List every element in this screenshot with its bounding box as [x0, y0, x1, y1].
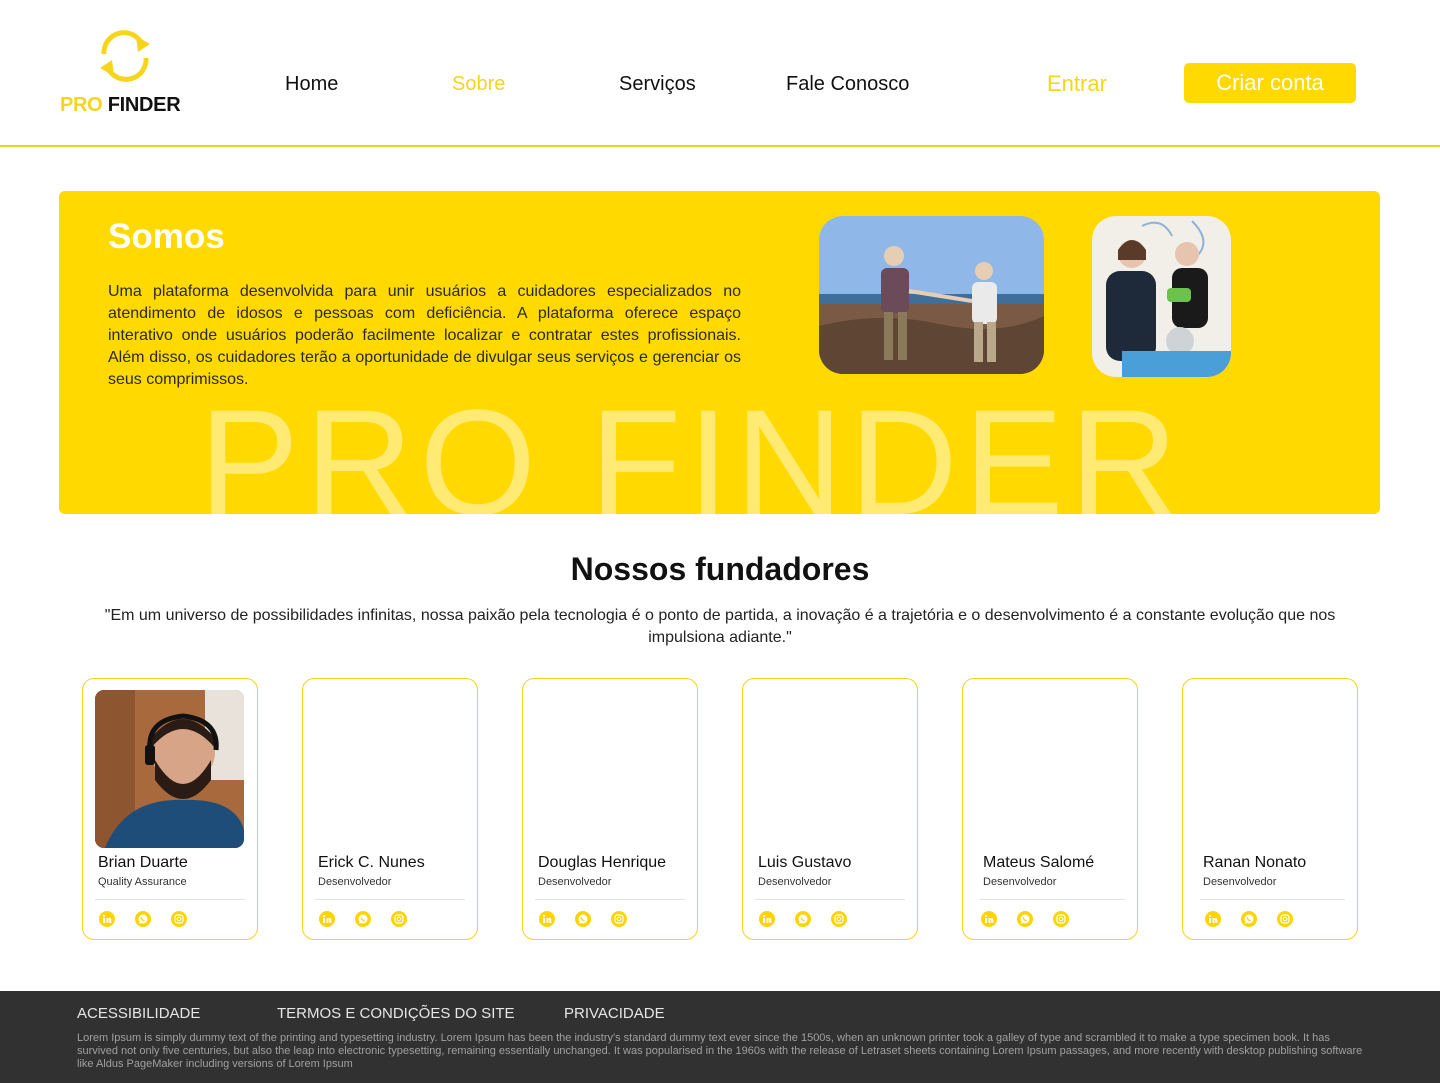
instagram-icon[interactable]	[171, 911, 187, 927]
linkedin-icon[interactable]	[319, 911, 335, 927]
founder-role: Desenvolvedor	[983, 876, 1057, 888]
founders-title: Nossos fundadores	[570, 551, 870, 587]
instagram-icon[interactable]	[1053, 911, 1069, 927]
founder-name: Luis Gustavo	[758, 854, 852, 871]
founders-quote: "Em um universo de possibilidades infini…	[104, 607, 1336, 646]
social-links	[981, 911, 1069, 927]
card-divider	[95, 899, 245, 900]
nav-home[interactable]: Home	[285, 73, 338, 96]
founder-role: Desenvolvedor	[1203, 876, 1277, 888]
founder-name: Brian Duarte	[98, 854, 188, 871]
site-footer: ACESSIBILIDADE TERMOS E CONDIÇÕES DO SIT…	[0, 991, 1440, 1083]
brand-logo[interactable]: PRO FINDER	[60, 30, 195, 120]
refresh-arrows-icon	[100, 30, 150, 82]
instagram-icon[interactable]	[391, 911, 407, 927]
hero-watermark: PRO FINDER	[199, 378, 1185, 514]
caregiver-child-photo	[1092, 216, 1231, 377]
footer-link-acessibilidade[interactable]: ACESSIBILIDADE	[77, 1005, 200, 1022]
whatsapp-icon[interactable]	[1017, 911, 1033, 927]
nav-sobre[interactable]: Sobre	[452, 73, 505, 96]
founder-card: Mateus Salomé Desenvolvedor	[962, 678, 1138, 940]
whatsapp-icon[interactable]	[135, 911, 151, 927]
founder-role: Desenvolvedor	[538, 876, 612, 888]
instagram-icon[interactable]	[611, 911, 627, 927]
linkedin-icon[interactable]	[1205, 911, 1221, 927]
whatsapp-icon[interactable]	[355, 911, 371, 927]
founder-name: Mateus Salomé	[983, 854, 1095, 871]
nav-servicos[interactable]: Serviços	[619, 73, 696, 96]
linkedin-icon[interactable]	[539, 911, 555, 927]
founder-card: Ranan Nonato Desenvolvedor	[1182, 678, 1358, 940]
founder-card: Luis Gustavo Desenvolvedor	[742, 678, 918, 940]
signup-button[interactable]: Criar conta	[1184, 63, 1356, 103]
footer-link-termos[interactable]: TERMOS E CONDIÇÕES DO SITE	[277, 1005, 515, 1022]
founder-name: Douglas Henrique	[538, 854, 667, 871]
founder-name: Ranan Nonato	[1203, 854, 1307, 871]
social-links	[539, 911, 627, 927]
founder-card: Douglas Henrique Desenvolvedor	[522, 678, 698, 940]
founder-name: Erick C. Nunes	[318, 854, 425, 871]
social-links	[1205, 911, 1293, 927]
founder-card: Erick C. Nunes Desenvolvedor	[302, 678, 478, 940]
brand-name-finder: FINDER	[107, 94, 181, 116]
whatsapp-icon[interactable]	[1241, 911, 1257, 927]
card-divider	[315, 899, 465, 900]
whatsapp-icon[interactable]	[795, 911, 811, 927]
hero-description: Uma plataforma desenvolvida para unir us…	[108, 283, 741, 388]
social-links	[319, 911, 407, 927]
footer-text: Lorem Ipsum is simply dummy text of the …	[77, 1032, 1363, 1070]
linkedin-icon[interactable]	[99, 911, 115, 927]
about-hero: PRO FINDER Somos Uma plataforma desenvol…	[59, 191, 1380, 514]
elderly-couple-photo	[819, 216, 1044, 374]
card-divider	[1200, 899, 1345, 900]
instagram-icon[interactable]	[831, 911, 847, 927]
social-links	[759, 911, 847, 927]
social-links	[99, 911, 187, 927]
founder-photo	[95, 690, 244, 848]
linkedin-icon[interactable]	[981, 911, 997, 927]
login-button[interactable]: Entrar	[1047, 71, 1107, 97]
card-divider	[535, 899, 685, 900]
nav-fale-conosco[interactable]: Fale Conosco	[786, 73, 909, 96]
card-divider	[755, 899, 905, 900]
site-header: PRO FINDER Home Sobre Serviços Fale Cono…	[0, 0, 1440, 147]
founder-card: Brian Duarte Quality Assurance	[82, 678, 258, 940]
whatsapp-icon[interactable]	[575, 911, 591, 927]
brand-name-pro: PRO	[60, 94, 103, 116]
instagram-icon[interactable]	[1277, 911, 1293, 927]
brand-name: PRO FINDER	[60, 94, 181, 117]
hero-title: Somos	[108, 217, 225, 256]
footer-link-privacidade[interactable]: PRIVACIDADE	[564, 1005, 665, 1022]
founder-role: Desenvolvedor	[758, 876, 832, 888]
founder-role: Desenvolvedor	[318, 876, 392, 888]
founder-role: Quality Assurance	[98, 876, 187, 888]
card-divider	[980, 899, 1125, 900]
linkedin-icon[interactable]	[759, 911, 775, 927]
